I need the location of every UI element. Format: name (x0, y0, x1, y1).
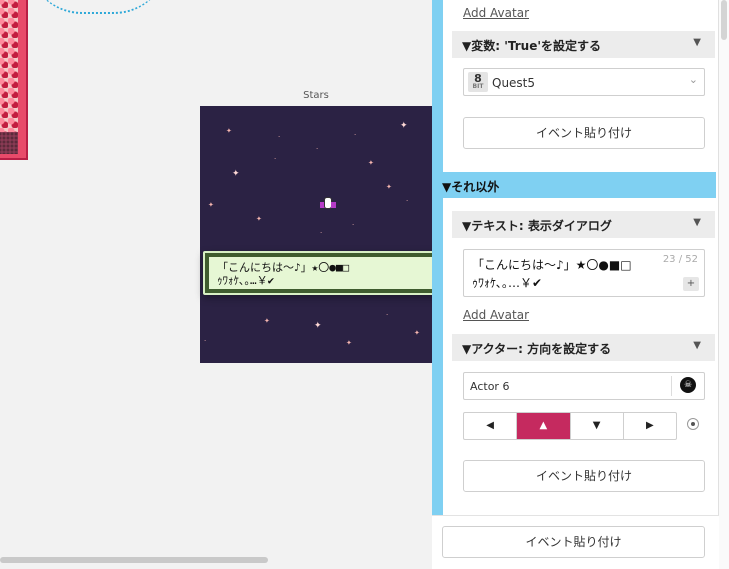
event-title: ▼テキスト: 表示ダイアログ (462, 219, 612, 233)
dialog-text-line: 「こんにちは〜♪」★〇●■□ (472, 258, 632, 272)
event-header-text-dialog[interactable]: ▼テキスト: 表示ダイアログ ▼ (452, 211, 715, 238)
direction-left-button[interactable]: ◀ (464, 413, 518, 439)
star: ✦ (414, 329, 420, 337)
star: ✦ (314, 321, 322, 331)
direction-radio[interactable] (687, 418, 699, 430)
star: ✦ (208, 201, 214, 209)
dialog-text-line: ｩﾜｫｹ､｡…￥✔ (472, 276, 543, 290)
event-header-set-variable[interactable]: ▼変数: 'True'を設定する ▼ (452, 31, 715, 58)
direction-right-button[interactable]: ▶ (624, 413, 676, 439)
event-sidebar: Add Avatar ▼変数: 'True'を設定する ▼ 8 BIT Ques… (432, 0, 729, 569)
collapse-icon[interactable]: ▼ (693, 340, 701, 351)
star: ✦ (386, 183, 392, 191)
collapse-icon[interactable]: ▼ (693, 37, 701, 48)
paste-event-button-footer[interactable]: イベント貼り付け (442, 526, 705, 558)
add-avatar-link[interactable]: Add Avatar (463, 308, 529, 322)
actor-select[interactable]: Actor 6 ☠ (463, 372, 705, 400)
scene-tiles (0, 0, 18, 148)
star: ✦ (400, 121, 408, 131)
vertical-scrollbar[interactable] (719, 0, 729, 569)
star: · (352, 221, 355, 229)
star: · (320, 229, 323, 237)
true-branch-panel: Add Avatar ▼変数: 'True'を設定する ▼ 8 BIT Ques… (443, 0, 718, 162)
world-canvas[interactable]: Stars ✦ · · ✦ · · ✦ ✦ ✦ ✦ · ✦ · · ✦ ✦ ✦ … (0, 0, 432, 569)
star: · (316, 145, 319, 153)
actor-wing (331, 202, 336, 208)
star: ✦ (346, 339, 352, 347)
star: · (274, 155, 277, 163)
dialog-text-input[interactable]: 「こんにちは〜♪」★〇●■□ ｩﾜｫｹ､｡…￥✔ 23 / 52 + (463, 249, 705, 297)
dialog-preview: 「こんにちは〜♪」★〇●■□ ｩﾜｫｹ､｡…￥✔ (203, 251, 432, 295)
star: · (406, 197, 409, 205)
skull-icon: ☠ (680, 377, 696, 393)
char-counter: 23 / 52 (662, 254, 698, 265)
horizontal-scrollbar[interactable] (0, 557, 268, 563)
star: · (386, 311, 389, 319)
variable-select[interactable]: 8 BIT Quest5 ⌄ (463, 68, 705, 96)
add-avatar-link[interactable]: Add Avatar (463, 6, 529, 20)
direction-down-button[interactable]: ▼ (571, 413, 624, 439)
variable-value: Quest5 (492, 76, 536, 90)
dialog-text-value: 「こんにちは〜♪」★〇●■□ ｩﾜｫｹ､｡…￥✔ (472, 256, 662, 292)
star: · (278, 133, 281, 141)
scene-stars[interactable]: ✦ · · ✦ · · ✦ ✦ ✦ ✦ · ✦ · · ✦ ✦ ✦ · ✦ · (200, 106, 432, 363)
actor-value: Actor 6 (470, 380, 510, 393)
star: ✦ (264, 317, 270, 325)
event-header-actor-direction[interactable]: ▼アクター: 方向を設定する ▼ (452, 334, 715, 361)
bit-badge-label: BIT (472, 83, 484, 90)
else-branch-panel: ▼テキスト: 表示ダイアログ ▼ 「こんにちは〜♪」★〇●■□ ｩﾜｫｹ､｡…￥… (443, 198, 718, 508)
bit-badge-icon: 8 BIT (468, 72, 488, 92)
star: · (354, 131, 357, 139)
add-text-button[interactable]: + (683, 277, 699, 291)
branch-indicator (432, 0, 443, 515)
scene-thumbnail-left[interactable] (0, 0, 28, 160)
dialog-preview-text: 「こんにちは〜♪」★〇●■□ ｩﾜｫｹ､｡…￥✔ (208, 256, 432, 290)
paste-event-button[interactable]: イベント貼り付け (463, 117, 705, 149)
star: · (204, 337, 207, 345)
actor-sprite[interactable] (320, 196, 336, 212)
select-divider (671, 376, 672, 396)
star: ✦ (226, 127, 232, 135)
scrollbar-thumb[interactable] (721, 0, 727, 40)
collapse-icon[interactable]: ▼ (693, 217, 701, 228)
footer-divider (432, 515, 729, 516)
chevron-down-icon: ⌄ (688, 73, 698, 86)
else-branch-header[interactable]: ▼それ以外 (432, 172, 716, 199)
event-title: ▼アクター: 方向を設定する (462, 342, 612, 356)
paste-event-button[interactable]: イベント貼り付け (463, 460, 705, 492)
event-title: ▼変数: 'True'を設定する (462, 39, 602, 53)
direction-up-button[interactable]: ▲ (517, 413, 571, 439)
star: ✦ (232, 169, 240, 179)
star: ✦ (256, 215, 262, 223)
scene-floor (0, 132, 18, 154)
direction-selector: ◀ ▲ ▼ ▶ (463, 412, 677, 440)
star: ✦ (368, 159, 374, 167)
scene-title[interactable]: Stars (200, 90, 432, 101)
scene-connection-line (28, 0, 168, 14)
